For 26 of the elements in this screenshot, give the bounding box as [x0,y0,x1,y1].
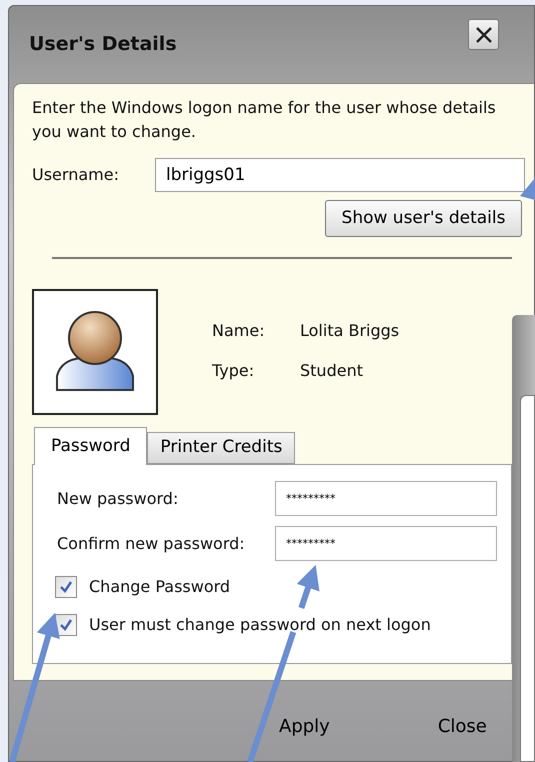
username-field[interactable]: lbriggs01 [155,158,525,192]
apply-button[interactable]: Apply [275,713,334,740]
checkbox-label: Change Password [89,576,230,598]
type-value: Student [300,360,364,382]
field-label: New password: [57,488,180,510]
check-icon [59,618,73,632]
field-label: Confirm new password: [57,532,246,554]
close-icon [474,26,492,44]
password-field[interactable]: ********* [275,526,497,561]
tab[interactable]: Printer Credits [147,432,296,464]
tab[interactable]: Password [34,427,148,465]
checkbox-label: User must change password on next logon [89,614,431,636]
user-icon [53,310,137,394]
window-title: User's Details [29,32,177,58]
annotation-arrow [520,178,535,200]
name-value: Lolita Briggs [300,320,400,342]
type-label: Type: [212,360,256,382]
username-label: Username: [32,164,120,186]
name-label: Name: [212,320,266,342]
check-icon [59,580,73,594]
show-details-button[interactable]: Show user's details [325,200,522,237]
close-button[interactable]: Close [434,713,491,740]
close-button[interactable] [468,19,499,50]
password-field[interactable]: ********* [275,481,497,516]
instruction-text: Enter the Windows logon name for the user whose details you want to change. [32,97,497,143]
checkbox[interactable] [55,576,77,598]
